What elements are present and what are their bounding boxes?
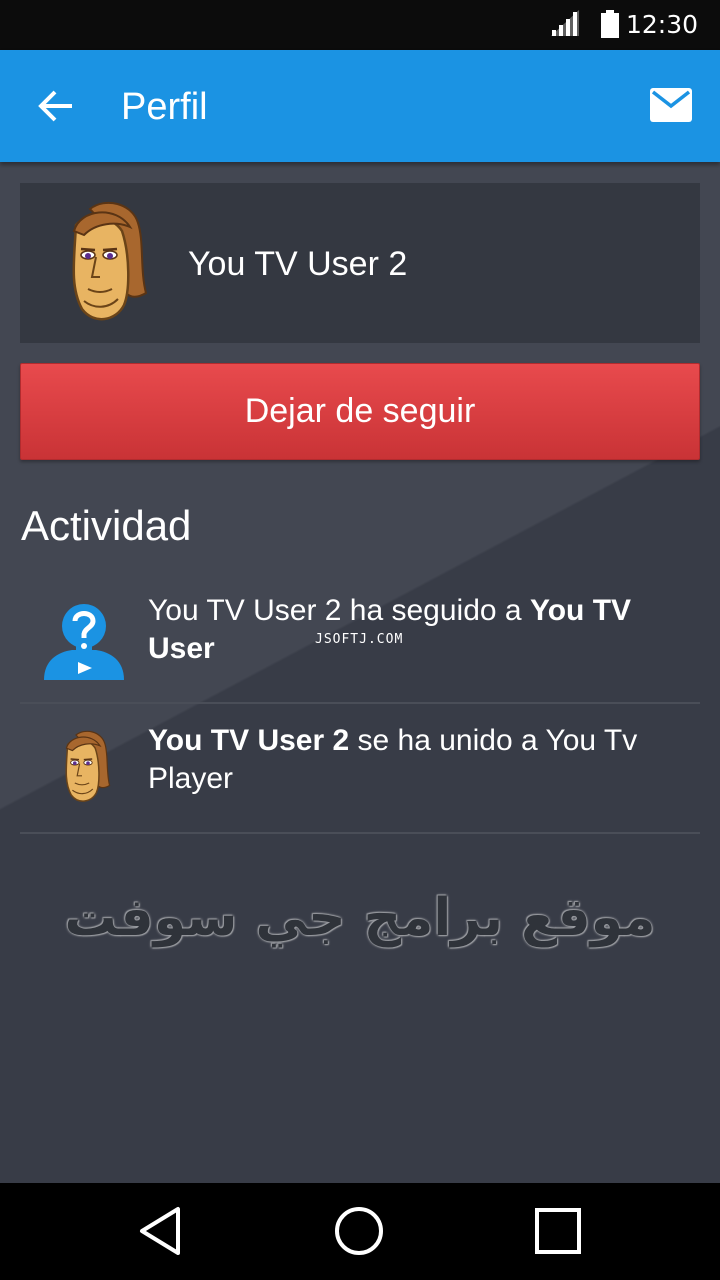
clock: 12:30 xyxy=(625,10,698,39)
page-title: Perfil xyxy=(121,86,208,128)
activity-user-link[interactable]: You TV User 2 xyxy=(148,724,349,757)
nav-bar xyxy=(0,1183,720,1280)
avatar xyxy=(65,730,111,802)
nav-recents-square-icon[interactable] xyxy=(532,1205,584,1257)
activity-text: You TV User 2 se ha unido a You Tv Playe… xyxy=(148,722,678,798)
watermark-arabic: موقع برامج جي سوفت xyxy=(64,888,656,948)
app-bar: Perfil xyxy=(0,50,720,162)
avatar xyxy=(72,201,148,321)
activity-text-prefix: You TV User 2 ha seguido a xyxy=(148,594,530,627)
arrow-back-icon[interactable] xyxy=(36,86,76,126)
unknown-user-icon xyxy=(44,604,124,680)
main-content: You TV User 2 Dejar de seguir Actividad … xyxy=(0,162,720,1183)
nav-back-triangle-icon[interactable] xyxy=(136,1205,188,1257)
mail-icon[interactable] xyxy=(650,88,692,122)
profile-name: You TV User 2 xyxy=(188,245,408,283)
unfollow-button[interactable]: Dejar de seguir xyxy=(20,363,700,460)
signal-icon xyxy=(551,10,579,36)
activity-title: Actividad xyxy=(21,502,192,549)
activity-item[interactable]: You TV User 2 se ha unido a You Tv Playe… xyxy=(20,704,700,834)
watermark-text: JSOFTJ.COM xyxy=(315,632,404,647)
battery-icon xyxy=(601,10,619,38)
status-bar: 12:30 xyxy=(0,0,720,50)
profile-card: You TV User 2 xyxy=(20,183,700,343)
nav-home-circle-icon[interactable] xyxy=(333,1205,385,1257)
activity-text: You TV User 2 ha seguido a You TV User xyxy=(148,592,678,668)
